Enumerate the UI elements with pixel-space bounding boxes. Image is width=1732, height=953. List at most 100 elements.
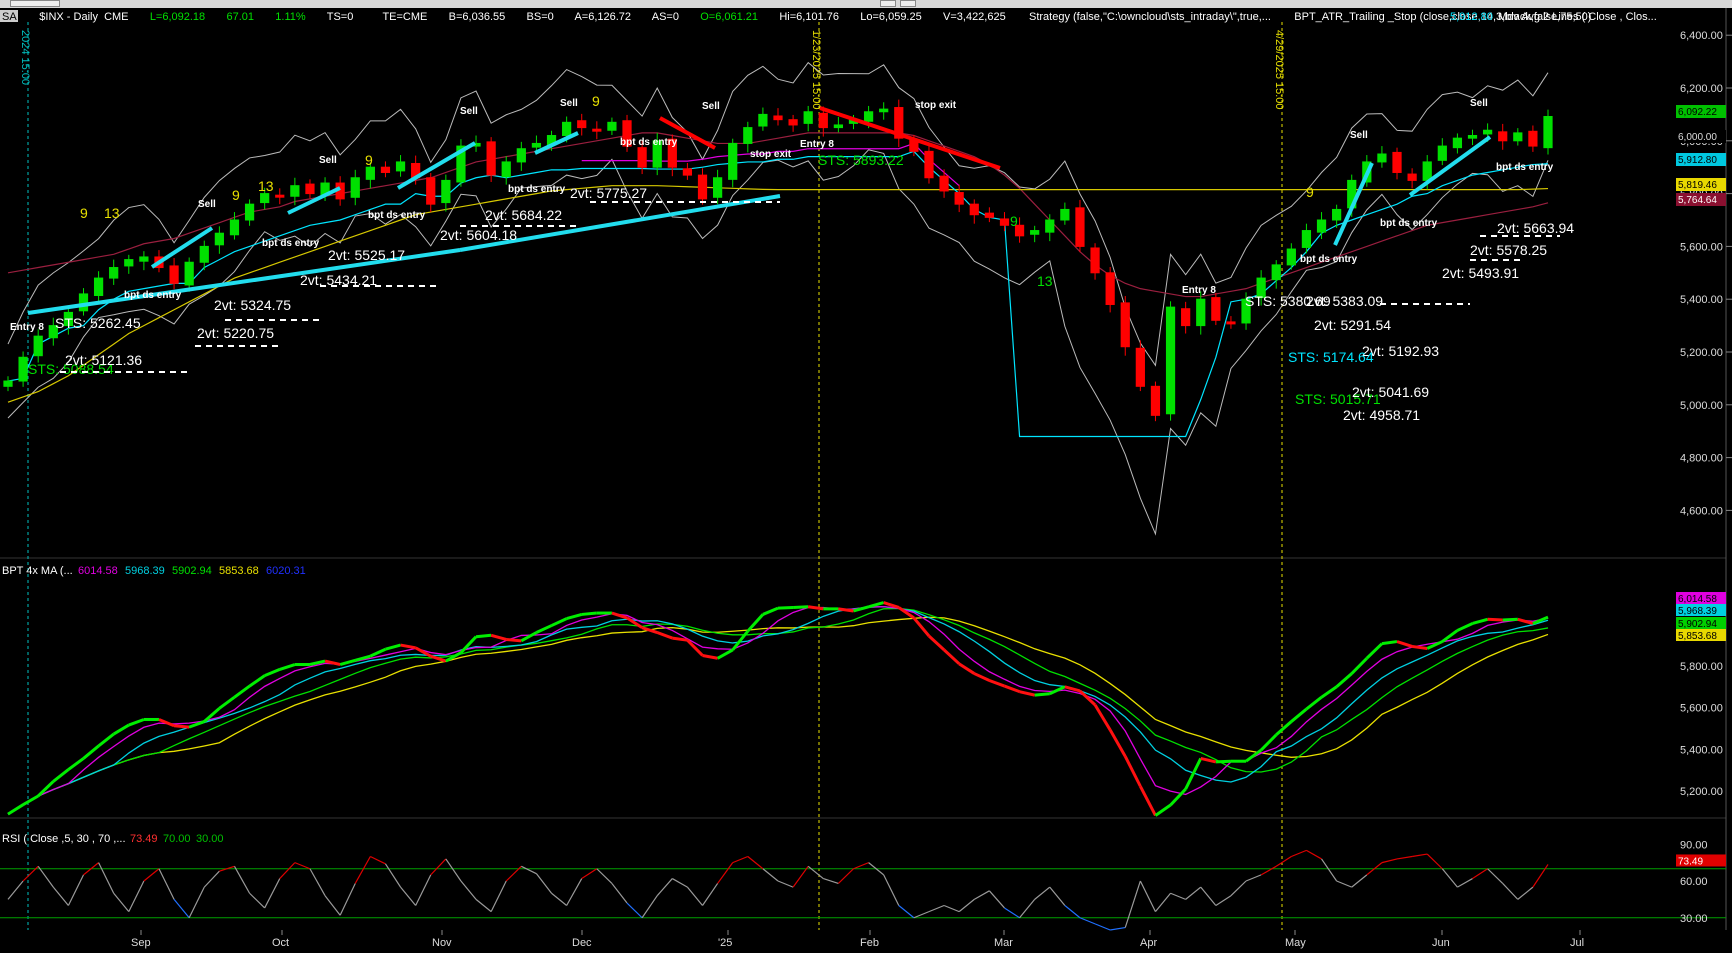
annotation-label: Entry 8 bbox=[800, 139, 834, 150]
bpt-legend-value: 5902.94 bbox=[172, 565, 212, 577]
toolbar bbox=[0, 0, 1732, 8]
header-te: TE=CME bbox=[382, 11, 427, 23]
bpt-fast-segment bbox=[1215, 759, 1232, 764]
candle-body bbox=[1392, 151, 1402, 173]
bpt-fast-segment bbox=[777, 605, 794, 610]
annotation-label: bpt ds entry bbox=[1380, 218, 1438, 229]
annotation-label: bpt ds entry bbox=[262, 238, 320, 249]
annotation-label: bpt ds entry bbox=[368, 210, 426, 221]
candle-body bbox=[758, 113, 768, 127]
candle-body bbox=[1467, 135, 1478, 139]
candle-body bbox=[1316, 219, 1327, 233]
candle-body bbox=[1090, 247, 1100, 274]
annotation-label: 13 bbox=[258, 178, 274, 194]
bpt-legend-value: 6020.31 bbox=[266, 565, 306, 577]
annotation-label: bpt ds entry bbox=[620, 137, 678, 148]
header-high: Hi=6,101.76 bbox=[779, 11, 839, 23]
date-marker-label: 4/29/2025 15:00 bbox=[1273, 30, 1285, 110]
price-tick-label: 4,600.00 bbox=[1680, 505, 1723, 517]
date-tick-label: Jul bbox=[1570, 937, 1584, 949]
candle-body bbox=[1528, 130, 1538, 147]
annotation-label: STS: 5262.45 bbox=[55, 315, 141, 331]
candle-body bbox=[1482, 129, 1493, 135]
candle-body bbox=[229, 219, 240, 236]
annotation-label: 9 bbox=[1010, 213, 1018, 229]
bpt-fast-segment bbox=[1411, 644, 1428, 651]
price-tick-label: 5,000.00 bbox=[1680, 400, 1723, 412]
candle-body bbox=[1271, 264, 1281, 281]
candle-body bbox=[1181, 308, 1191, 327]
price-tick-label: 5,200.00 bbox=[1680, 347, 1723, 359]
annotation-label: 9 bbox=[592, 93, 600, 109]
candle-body bbox=[712, 177, 723, 198]
candle-body bbox=[1332, 208, 1342, 221]
annotation-label: 2vt: 5525.17 bbox=[328, 247, 405, 263]
candle-body bbox=[1135, 347, 1145, 387]
annotation-label: Sell bbox=[560, 98, 578, 109]
candle-body bbox=[1211, 297, 1221, 321]
candle-body bbox=[214, 232, 224, 246]
header-open: O=6,061.21 bbox=[700, 11, 758, 23]
candle-body bbox=[682, 168, 693, 176]
header-last: L=6,092.18 bbox=[150, 11, 205, 23]
bpt-badge-label: 6,014.58 bbox=[1678, 594, 1717, 605]
header-symbol: $INX - Daily CME bbox=[39, 11, 128, 23]
candle-body bbox=[78, 293, 89, 312]
candle-body bbox=[939, 175, 949, 192]
price-tick-label: 4,800.00 bbox=[1680, 453, 1723, 465]
annotation-label: 2vt: 5041.69 bbox=[1352, 384, 1429, 400]
candle-body bbox=[1045, 219, 1055, 233]
rsi-tick-label: 90.00 bbox=[1680, 839, 1708, 851]
candle-body bbox=[879, 108, 889, 113]
annotation-label: Sell bbox=[319, 155, 337, 166]
annotation-label: stop exit bbox=[750, 149, 792, 160]
rsi-legend: 73.49 70.00 30.00 bbox=[130, 833, 224, 845]
rsi-panel-title: RSI ( Close ,5, 30 , 70 ,... bbox=[2, 833, 126, 845]
toolbar-button[interactable] bbox=[900, 0, 916, 7]
header-change-pct: 1.11% bbox=[275, 11, 306, 23]
annotation-label: 2vt: 5604.18 bbox=[440, 227, 517, 243]
candle-body bbox=[426, 177, 436, 205]
candle-body bbox=[1301, 230, 1312, 248]
candle-body bbox=[969, 203, 979, 216]
candle-body bbox=[486, 141, 496, 176]
price-tick-label: 6,400.00 bbox=[1680, 30, 1723, 42]
candle-body bbox=[1150, 385, 1161, 416]
date-tick-label: Apr bbox=[1140, 937, 1157, 949]
annotation-label: 13 bbox=[1037, 273, 1053, 289]
candle-body bbox=[1377, 153, 1387, 163]
header-low: Lo=6,059.25 bbox=[860, 11, 921, 23]
bpt-legend-value: 5968.39 bbox=[125, 565, 165, 577]
header-change: 67.01 bbox=[226, 11, 254, 23]
annotation-label: bpt ds entry bbox=[1496, 162, 1554, 173]
price-badge-label: 5,819.46 bbox=[1678, 180, 1717, 191]
annotation-label: 2vt: 5775.27 bbox=[570, 185, 647, 201]
annotation-label: STS: 5174.64 bbox=[1288, 349, 1374, 365]
candle-body bbox=[3, 380, 13, 387]
rsi-badge-label: 73.49 bbox=[1678, 856, 1703, 867]
annotation-label: 2vt: 5121.36 bbox=[65, 352, 142, 368]
toolbar-button[interactable] bbox=[880, 0, 896, 7]
annotation-label: 2vt: 5291.54 bbox=[1314, 317, 1391, 333]
candle-body bbox=[1437, 145, 1447, 161]
chart-area[interactable]: SA $INX - Daily CME L=6,092.18 67.01 1.1… bbox=[0, 8, 1732, 953]
candle-body bbox=[33, 335, 43, 357]
annotation-label: 9 bbox=[1306, 184, 1314, 200]
header-strategy: Strategy (false,"C:\owncloud\sts_intrada… bbox=[1029, 11, 1271, 23]
candle-body bbox=[290, 185, 300, 197]
toolbar-button[interactable] bbox=[10, 0, 60, 7]
annotation-label: 9 bbox=[232, 187, 240, 203]
candle-body bbox=[139, 256, 149, 262]
candle-body bbox=[93, 277, 104, 297]
candle-body bbox=[260, 193, 270, 204]
candle-body bbox=[637, 147, 647, 168]
bpt-tick-label: 5,200.00 bbox=[1680, 786, 1723, 798]
candle-body bbox=[199, 245, 209, 263]
candle-body bbox=[924, 150, 934, 179]
candle-body bbox=[1407, 173, 1417, 181]
bpt-panel-title: BPT 4x MA (... bbox=[2, 565, 73, 577]
candle-body bbox=[743, 127, 753, 144]
annotation-label: 13 bbox=[104, 205, 120, 221]
candle-body bbox=[531, 142, 542, 148]
annotation-label: 2vt: 5578.25 bbox=[1470, 242, 1547, 258]
